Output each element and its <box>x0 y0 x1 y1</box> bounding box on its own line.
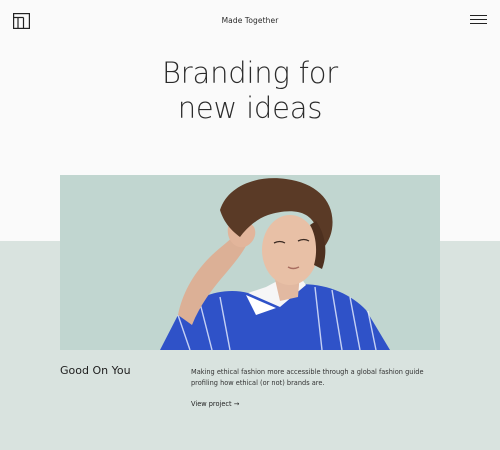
site-header: Made Together <box>0 0 500 42</box>
hamburger-menu-icon[interactable] <box>470 14 487 26</box>
hero-title-line-2: new ideas <box>177 91 323 125</box>
portrait-photo[interactable] <box>60 175 440 350</box>
project-title[interactable]: Good On You <box>60 364 131 377</box>
portrait-illustration <box>60 175 440 350</box>
hero-title: Branding for new ideas <box>0 56 500 126</box>
project-description: Making ethical fashion more accessible t… <box>191 368 424 387</box>
site-brand-name[interactable]: Made Together <box>0 16 500 25</box>
hero-title-line-1: Branding for <box>161 56 338 90</box>
view-project-link[interactable]: View project → <box>191 400 239 408</box>
